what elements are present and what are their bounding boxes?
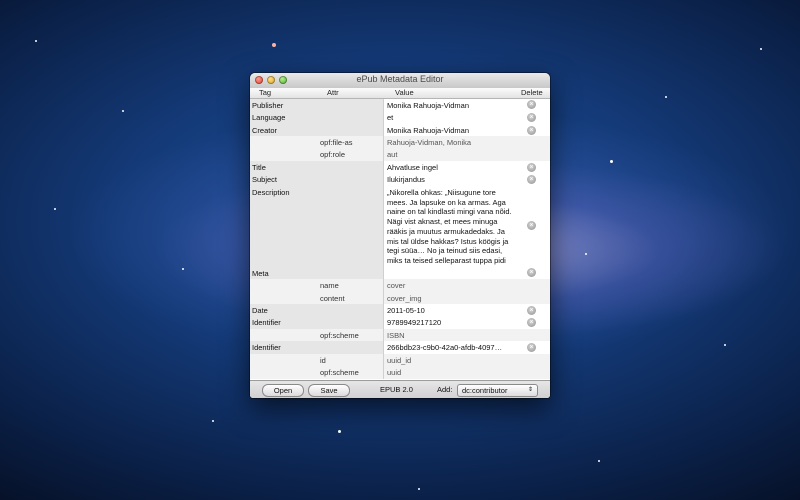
tag-cell: Creator: [252, 126, 278, 135]
star: [418, 488, 420, 490]
tag-cell: Subject: [252, 175, 278, 184]
delete-row-icon[interactable]: ×: [527, 175, 536, 184]
star: [272, 43, 276, 47]
value-cell[interactable]: 266bdb23-c9b0-42a0-afdb-4097…: [387, 343, 513, 353]
epub-version-label: EPUB 2.0: [380, 385, 413, 394]
value-cell[interactable]: et: [387, 113, 513, 123]
table-row[interactable]: Identifier 266bdb23-c9b0-42a0-afdb-4097……: [250, 341, 550, 354]
open-button[interactable]: Open: [262, 384, 304, 397]
value-cell[interactable]: uuid: [387, 368, 513, 378]
star: [212, 420, 214, 422]
star: [598, 460, 600, 462]
star: [665, 96, 667, 98]
table-row[interactable]: Title Ahvatluse ingel ×: [250, 161, 550, 173]
delete-row-icon[interactable]: ×: [527, 221, 536, 230]
table-row[interactable]: name cover: [250, 279, 550, 292]
table-row[interactable]: Creator Monika Rahuoja-Vidman ×: [250, 124, 550, 136]
delete-row-icon[interactable]: ×: [527, 100, 536, 109]
column-header-value[interactable]: Value: [395, 88, 414, 98]
description-value-cell[interactable]: „Nikorella ohkas: „Niisugune tore mees. …: [387, 188, 513, 266]
table-row[interactable]: id uuid_id: [250, 354, 550, 366]
table-header: Tag Attr Value Delete: [250, 88, 550, 99]
value-cell[interactable]: 9789949217120: [387, 318, 513, 328]
delete-row-icon[interactable]: ×: [527, 318, 536, 327]
delete-row-icon[interactable]: ×: [527, 113, 536, 122]
column-header-delete[interactable]: Delete: [521, 88, 543, 98]
star: [610, 160, 613, 163]
table-row[interactable]: Subject Ilukirjandus ×: [250, 173, 550, 186]
window-title: ePub Metadata Editor: [356, 74, 444, 84]
tag-cell: Language: [252, 113, 286, 122]
star: [724, 344, 726, 346]
delete-row-icon[interactable]: ×: [527, 343, 536, 352]
delete-row-icon[interactable]: ×: [527, 306, 536, 315]
attr-cell: opf:role: [320, 150, 346, 159]
star: [122, 110, 124, 112]
bottom-toolbar: Open Save EPUB 2.0 Add: dc:contributor ⇕: [250, 380, 550, 398]
star: [35, 40, 37, 42]
table-row[interactable]: content cover_img: [250, 292, 550, 304]
star: [338, 430, 341, 433]
delete-row-icon[interactable]: ×: [527, 268, 536, 277]
tag-cell: Date: [252, 306, 268, 315]
tag-cell: Publisher: [252, 101, 284, 110]
star: [585, 253, 587, 255]
metadata-table: Publisher Monika Rahuoja-Vidman × Langua…: [250, 99, 550, 398]
value-cell[interactable]: 2011-05-10: [387, 306, 513, 316]
value-cell[interactable]: Ilukirjandus: [387, 175, 513, 185]
delete-row-icon[interactable]: ×: [527, 163, 536, 172]
value-cell[interactable]: cover_img: [387, 294, 513, 304]
save-button[interactable]: Save: [308, 384, 350, 397]
table-row[interactable]: opf:file-as Rahuoja-Vidman, Monika: [250, 136, 550, 148]
value-cell[interactable]: Ahvatluse ingel: [387, 163, 513, 173]
tag-cell: Title: [252, 163, 266, 172]
add-tag-select[interactable]: dc:contributor ⇕: [457, 384, 538, 397]
table-row[interactable]: Language et ×: [250, 111, 550, 124]
star: [54, 208, 56, 210]
table-row[interactable]: Meta ×: [250, 267, 550, 279]
tag-cell: Identifier: [252, 343, 281, 352]
add-tag-selected-value: dc:contributor: [462, 386, 508, 395]
attr-cell: opf:scheme: [320, 331, 359, 340]
tag-cell: Identifier: [252, 318, 281, 327]
value-cell[interactable]: cover: [387, 281, 513, 291]
table-row[interactable]: Date 2011-05-10 ×: [250, 304, 550, 316]
value-cell[interactable]: Monika Rahuoja-Vidman: [387, 126, 513, 136]
attr-cell: opf:file-as: [320, 138, 353, 147]
title-bar[interactable]: ePub Metadata Editor: [250, 73, 550, 89]
star: [760, 48, 762, 50]
delete-row-icon[interactable]: ×: [527, 126, 536, 135]
table-row[interactable]: opf:scheme ISBN: [250, 329, 550, 341]
value-cell[interactable]: Monika Rahuoja-Vidman: [387, 101, 513, 111]
value-cell[interactable]: ISBN: [387, 331, 513, 341]
tag-cell: Description: [252, 188, 290, 197]
value-cell[interactable]: uuid_id: [387, 356, 513, 366]
attr-cell: name: [320, 281, 339, 290]
column-header-attr[interactable]: Attr: [327, 88, 339, 98]
tag-cell: Meta: [252, 269, 269, 278]
table-row[interactable]: opf:role aut: [250, 148, 550, 161]
table-row[interactable]: opf:scheme uuid: [250, 366, 550, 379]
epub-metadata-editor-window: ePub Metadata Editor Tag Attr Value Dele…: [250, 73, 550, 398]
attr-cell: id: [320, 356, 326, 365]
star: [182, 268, 184, 270]
table-row[interactable]: Description „Nikorella ohkas: „Niisugune…: [250, 186, 550, 267]
column-header-tag[interactable]: Tag: [259, 88, 271, 98]
table-row[interactable]: Identifier 9789949217120 ×: [250, 316, 550, 329]
dropdown-arrows-icon: ⇕: [527, 387, 533, 393]
attr-cell: opf:scheme: [320, 368, 359, 377]
value-cell[interactable]: Rahuoja-Vidman, Monika: [387, 138, 513, 148]
value-cell[interactable]: aut: [387, 150, 513, 160]
add-label: Add:: [437, 385, 453, 394]
attr-cell: content: [320, 294, 345, 303]
table-row[interactable]: Publisher Monika Rahuoja-Vidman ×: [250, 99, 550, 111]
